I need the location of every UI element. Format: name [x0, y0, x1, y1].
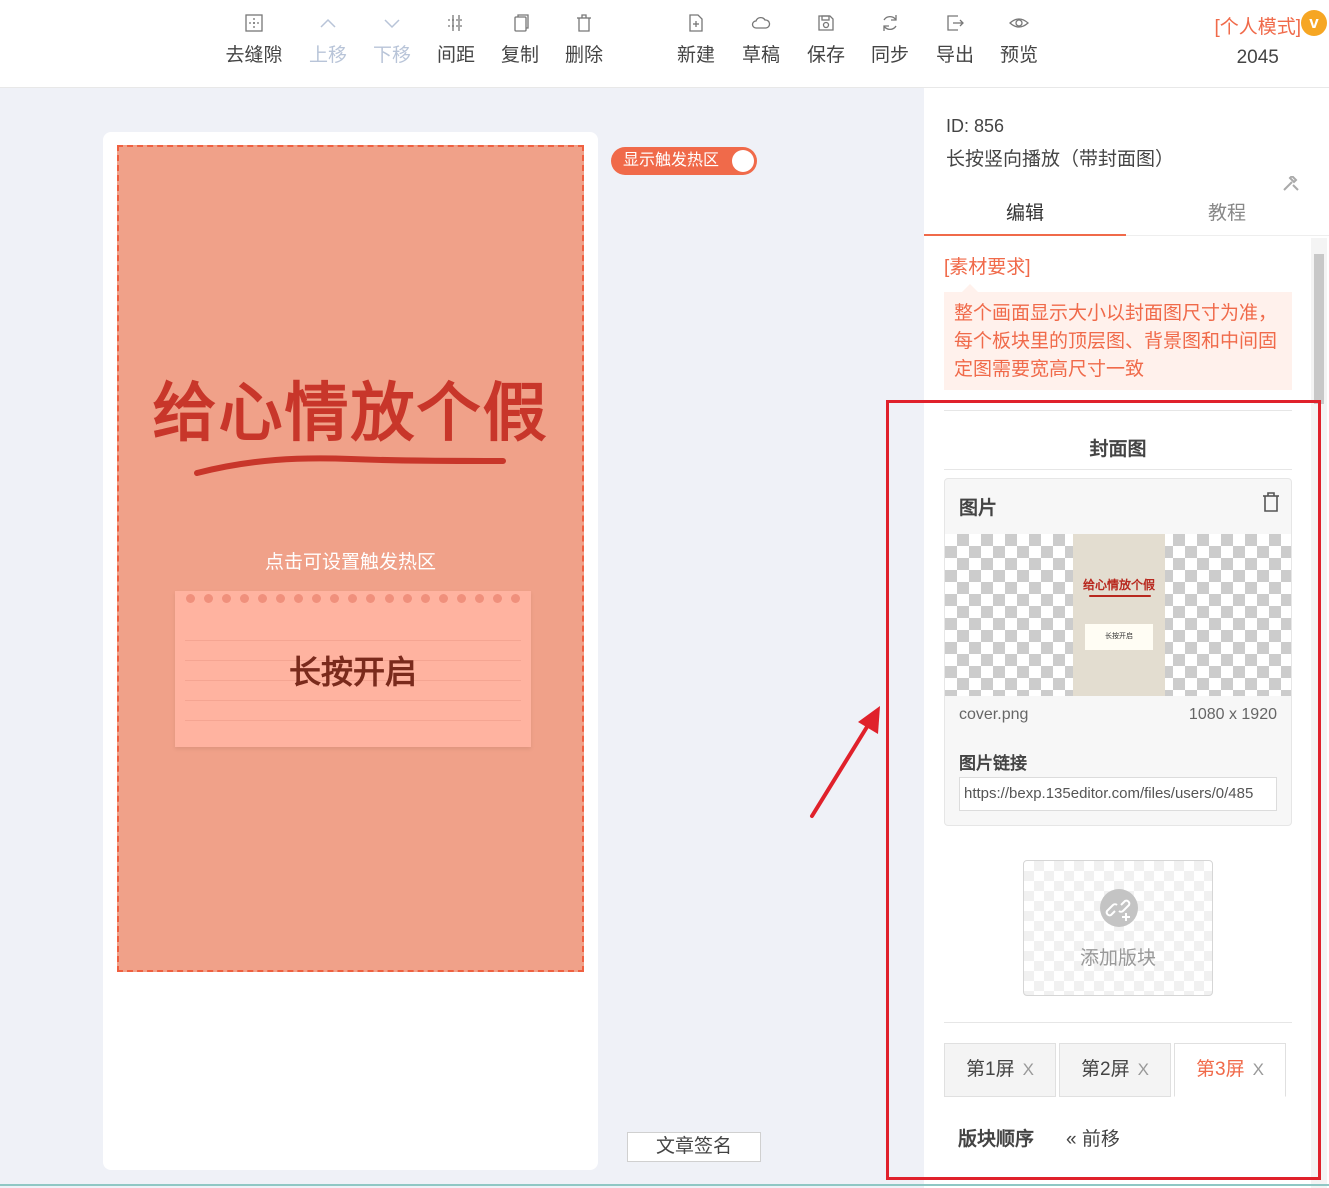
- template-name: 长按竖向播放（带封面图）: [946, 149, 1175, 170]
- highlight-box: [886, 400, 1321, 1180]
- move-down-label: 下移: [372, 45, 411, 66]
- new-file-icon: [689, 14, 703, 32]
- brush-underline-icon: [194, 455, 506, 476]
- panel-scrollbar-thumb[interactable]: [1314, 254, 1324, 404]
- sync-label: 同步: [870, 45, 909, 66]
- copy-icon: [514, 14, 529, 32]
- bottom-border: [0, 1184, 1329, 1186]
- vip-badge-icon: v: [1301, 10, 1327, 36]
- mode-indicator[interactable]: [个人模式] v 2045: [1214, 10, 1327, 69]
- sync-icon: [883, 15, 897, 31]
- long-press-note[interactable]: 长按开启: [175, 591, 531, 747]
- delete-button[interactable]: 删除: [552, 12, 616, 74]
- export-icon: [947, 15, 964, 31]
- export-button[interactable]: 导出: [923, 12, 987, 74]
- draft-label: 草稿: [741, 45, 780, 66]
- template-id: ID: 856: [946, 116, 1005, 136]
- requirement-text: 整个画面显示大小以封面图尺寸为准，每个板块里的顶层图、背景图和中间固定图需要宽高…: [944, 284, 1292, 390]
- draft-button[interactable]: 草稿: [729, 12, 793, 74]
- chevron-down-icon: [384, 19, 400, 29]
- new-button[interactable]: 新建: [664, 12, 728, 74]
- user-number: 2045: [1236, 47, 1279, 68]
- tab-tutorial[interactable]: 教程: [1126, 196, 1328, 236]
- move-up-label: 上移: [308, 45, 347, 66]
- gap-icon: [245, 14, 263, 32]
- preview-button[interactable]: 预览: [987, 12, 1051, 74]
- tab-edit[interactable]: 编辑: [924, 196, 1126, 236]
- move-down-button[interactable]: 下移: [360, 12, 424, 74]
- spacing-button[interactable]: 间距: [424, 12, 488, 74]
- workspace: 给心情放个假 点击可设置触发热区 长按开启 显示触发热区 文章签名: [0, 88, 924, 1188]
- save-button[interactable]: 保存: [794, 12, 858, 74]
- export-label: 导出: [935, 45, 974, 66]
- spacing-label: 间距: [436, 45, 475, 66]
- save-icon: [818, 15, 834, 31]
- delete-label: 删除: [564, 45, 603, 66]
- toolbar: 去缝隙 上移 下移 间距 复制 删除 新建 草稿 保存 同步 导出 预览 [个人…: [0, 0, 1329, 88]
- preview-label: 预览: [999, 45, 1038, 66]
- note-perforation: [175, 591, 531, 605]
- phone-preview: 给心情放个假 点击可设置触发热区 长按开启: [103, 132, 598, 1170]
- toggle-label: 显示触发热区: [623, 152, 720, 169]
- tools-icon[interactable]: [1282, 176, 1300, 192]
- requirement-title: [素材要求]: [944, 257, 1031, 278]
- mode-label: [个人模式]: [1214, 17, 1301, 38]
- hotzone-hint: 点击可设置触发热区: [264, 552, 436, 573]
- cloud-icon: [751, 16, 771, 29]
- chevron-up-icon: [320, 18, 336, 28]
- cover-hotzone[interactable]: 给心情放个假 点击可设置触发热区 长按开启: [117, 145, 584, 972]
- move-up-button[interactable]: 上移: [296, 12, 360, 74]
- save-label: 保存: [806, 45, 845, 66]
- arrow-annotation-icon: [810, 706, 880, 818]
- copy-button[interactable]: 复制: [488, 12, 552, 74]
- trash-icon: [577, 14, 591, 32]
- remove-gap-label: 去缝隙: [225, 45, 283, 66]
- spacing-icon: [448, 15, 464, 31]
- eye-icon: [1009, 18, 1029, 28]
- panel-tabs: 编辑 教程: [924, 196, 1329, 236]
- show-hotzone-toggle[interactable]: 显示触发热区: [611, 147, 757, 175]
- cover-headline: 给心情放个假: [152, 377, 549, 449]
- sync-button[interactable]: 同步: [858, 12, 922, 74]
- copy-label: 复制: [500, 45, 539, 66]
- remove-gap-button[interactable]: 去缝隙: [222, 12, 286, 74]
- toggle-knob: [732, 150, 754, 172]
- note-text: 长按开启: [288, 654, 417, 690]
- new-label: 新建: [676, 45, 715, 66]
- article-signature-button[interactable]: 文章签名: [627, 1132, 761, 1162]
